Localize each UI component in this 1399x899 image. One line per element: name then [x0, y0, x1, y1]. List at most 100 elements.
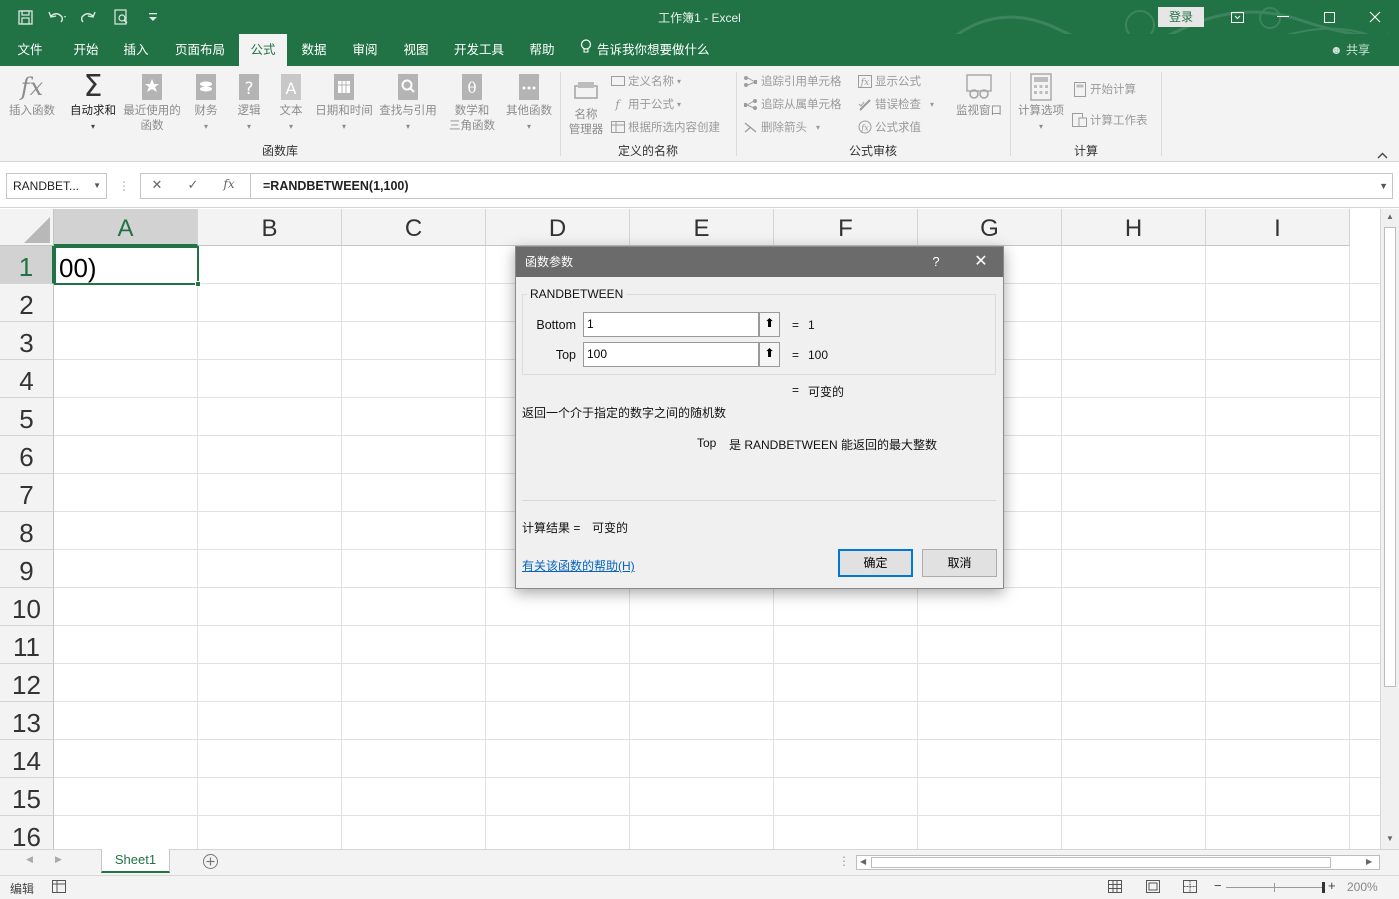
row-header-5[interactable]: 5 — [0, 398, 54, 436]
collapse-dialog-bottom-icon[interactable]: ⬆ — [759, 312, 780, 337]
horizontal-scrollbar[interactable]: ◀ ▶ — [856, 855, 1380, 870]
add-sheet-icon[interactable] — [202, 853, 219, 873]
scroll-up-icon[interactable]: ▲ — [1386, 212, 1394, 221]
dialog-close-icon[interactable]: ✕ — [969, 247, 993, 277]
calc-options-button[interactable]: 计算选项 ▾ — [1014, 72, 1068, 134]
text-functions-button[interactable]: A 文本 ▾ — [271, 72, 311, 134]
logical-button[interactable]: ? 逻辑 ▾ — [229, 72, 269, 134]
error-checking-button[interactable]: 错误检查 ▾ — [857, 95, 934, 113]
recently-used-button[interactable]: 最近使用的 函数 — [120, 72, 184, 134]
remove-arrows-button[interactable]: 删除箭头 ▾ — [743, 118, 820, 136]
zoom-in-icon[interactable]: + — [1328, 878, 1336, 893]
lookup-button[interactable]: 查找与引用 ▾ — [376, 72, 440, 134]
tab-file[interactable]: 文件 — [6, 34, 54, 66]
define-name-button[interactable]: 定义名称 ▾ — [610, 72, 681, 90]
insert-function-icon[interactable]: fx — [219, 177, 239, 195]
row-header-1[interactable]: 1 — [0, 246, 54, 284]
autosum-dropdown-icon[interactable]: ▾ — [66, 119, 120, 134]
zoom-out-icon[interactable]: − — [1214, 878, 1222, 893]
fill-handle[interactable] — [195, 281, 201, 287]
tab-formulas[interactable]: 公式 — [239, 34, 287, 66]
share-button[interactable]: ☻ 共享 — [1330, 34, 1370, 66]
tab-view[interactable]: 视图 — [392, 34, 440, 66]
row-header-11[interactable]: 11 — [0, 626, 54, 664]
trace-dependents-button[interactable]: 追踪从属单元格 — [743, 95, 842, 113]
row-header-16[interactable]: 16 — [0, 816, 54, 849]
name-manager-button[interactable]: 名称 管理器 — [564, 76, 608, 138]
maximize-icon[interactable] — [1318, 6, 1340, 28]
scroll-right-icon[interactable]: ▶ — [1366, 857, 1372, 866]
expand-formula-bar-icon[interactable]: ▼ — [1379, 174, 1388, 198]
formula-bar-grip-icon[interactable]: ⋮ — [118, 179, 130, 193]
tab-insert[interactable]: 插入 — [112, 34, 160, 66]
row-header-15[interactable]: 15 — [0, 778, 54, 816]
trace-precedents-button[interactable]: 追踪引用单元格 — [743, 72, 842, 90]
insert-function-button[interactable]: fx 插入函数 — [4, 72, 60, 119]
close-window-icon[interactable] — [1364, 6, 1386, 28]
vertical-scrollbar[interactable]: ▲ ▼ — [1380, 209, 1399, 849]
show-formulas-button[interactable]: fx 显示公式 — [857, 72, 921, 90]
autosum-button[interactable]: Σ 自动求和 ▾ — [66, 72, 120, 134]
column-header-a[interactable]: A — [54, 209, 198, 246]
row-header-8[interactable]: 8 — [0, 512, 54, 550]
ribbon-display-options-icon[interactable] — [1226, 6, 1248, 28]
next-sheet-icon[interactable]: ▶ — [55, 854, 62, 865]
tab-help[interactable]: 帮助 — [518, 34, 566, 66]
use-in-formula-button[interactable]: f 用于公式 ▾ — [610, 95, 681, 113]
cell-a1[interactable]: 00) — [54, 246, 201, 287]
watch-window-button[interactable]: 监视窗口 — [950, 72, 1008, 119]
financial-button[interactable]: 财务 ▾ — [186, 72, 226, 134]
collapse-dialog-top-icon[interactable]: ⬆ — [759, 342, 780, 367]
row-header-13[interactable]: 13 — [0, 702, 54, 740]
tell-me-box[interactable]: 告诉我你想要做什么 — [580, 34, 710, 66]
cancel-entry-icon[interactable]: ✕ — [147, 177, 167, 195]
zoom-slider-thumb[interactable] — [1322, 882, 1325, 893]
select-all-corner[interactable] — [0, 209, 54, 246]
tab-review[interactable]: 审阅 — [341, 34, 389, 66]
prev-sheet-icon[interactable]: ◀ — [26, 854, 33, 865]
math-trig-button[interactable]: θ 数学和 三角函数 — [442, 72, 502, 134]
column-header-f[interactable]: F — [774, 209, 918, 246]
macro-record-icon[interactable] — [52, 880, 66, 896]
row-header-6[interactable]: 6 — [0, 436, 54, 474]
name-box[interactable]: RANDBET... ▼ — [6, 173, 107, 199]
more-functions-button[interactable]: 其他函数 ▾ — [502, 72, 556, 134]
tab-data[interactable]: 数据 — [290, 34, 338, 66]
row-header-7[interactable]: 7 — [0, 474, 54, 512]
row-header-12[interactable]: 12 — [0, 664, 54, 702]
arg-input-bottom[interactable]: 1 — [583, 312, 759, 337]
page-break-view-icon[interactable] — [1183, 880, 1197, 896]
column-header-b[interactable]: B — [198, 209, 342, 246]
tab-split-grip-icon[interactable]: ⋮ — [838, 854, 850, 868]
normal-view-icon[interactable] — [1108, 880, 1122, 896]
formula-input[interactable]: =RANDBETWEEN(1,100) ▼ — [250, 173, 1393, 199]
row-header-10[interactable]: 10 — [0, 588, 54, 626]
sheet-tab-sheet1[interactable]: Sheet1 — [101, 849, 170, 873]
column-header-c[interactable]: C — [342, 209, 486, 246]
scroll-left-icon[interactable]: ◀ — [860, 857, 866, 866]
column-header-d[interactable]: D — [486, 209, 630, 246]
tab-home[interactable]: 开始 — [62, 34, 110, 66]
calc-now-button[interactable]: 开始计算 — [1072, 80, 1136, 98]
zoom-level[interactable]: 200% — [1347, 880, 1378, 894]
tab-developer[interactable]: 开发工具 — [446, 34, 512, 66]
column-header-i[interactable]: I — [1206, 209, 1350, 246]
ok-button[interactable]: 确定 — [838, 549, 913, 577]
arg-input-top[interactable]: 100 — [583, 342, 759, 367]
datetime-button[interactable]: 日期和时间 ▾ — [312, 72, 376, 134]
row-header-3[interactable]: 3 — [0, 322, 54, 360]
login-button[interactable]: 登录 — [1158, 7, 1204, 27]
column-header-h[interactable]: H — [1062, 209, 1206, 246]
dialog-help-icon[interactable]: ? — [924, 247, 948, 277]
column-header-e[interactable]: E — [630, 209, 774, 246]
tab-page-layout[interactable]: 页面布局 — [166, 34, 234, 66]
page-layout-view-icon[interactable] — [1146, 880, 1160, 896]
evaluate-formula-button[interactable]: fx 公式求值 — [857, 118, 921, 136]
row-header-14[interactable]: 14 — [0, 740, 54, 778]
zoom-slider[interactable] — [1226, 887, 1324, 888]
scroll-down-icon[interactable]: ▼ — [1386, 834, 1394, 843]
function-help-link[interactable]: 有关该函数的帮助(H) — [522, 557, 635, 574]
confirm-entry-icon[interactable]: ✓ — [183, 177, 203, 195]
cancel-button[interactable]: 取消 — [922, 549, 997, 577]
minimize-icon[interactable] — [1272, 6, 1294, 28]
